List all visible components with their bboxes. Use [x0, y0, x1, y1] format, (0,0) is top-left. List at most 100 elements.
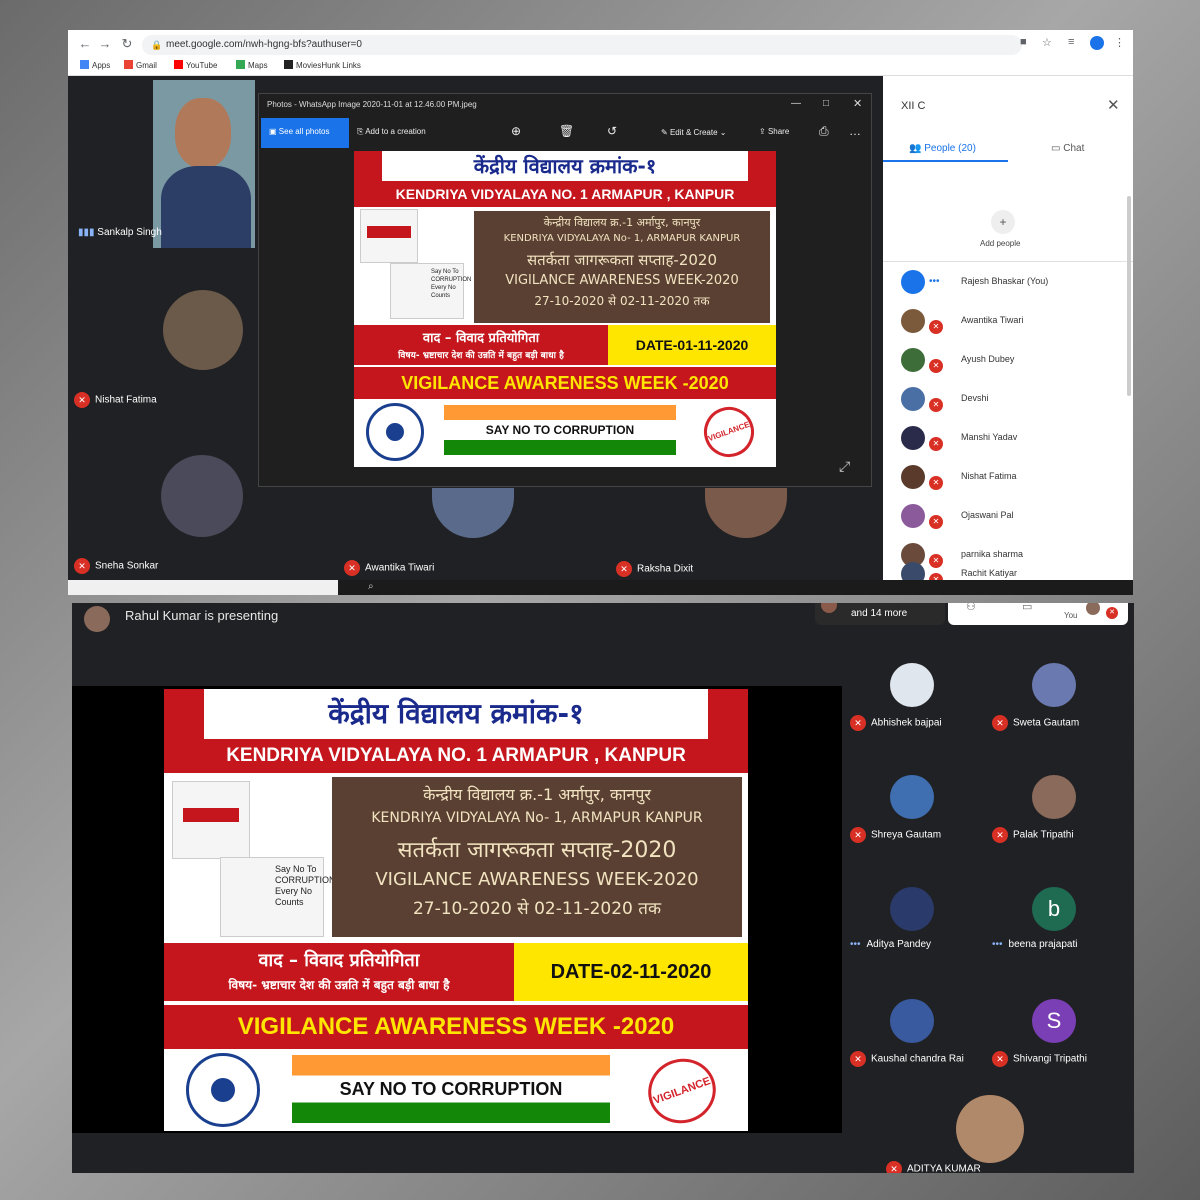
poster-week-banner: VIGILANCE AWARENESS WEEK -2020 — [164, 1005, 748, 1049]
participant-avatar — [890, 663, 934, 707]
participant-avatar — [901, 270, 925, 294]
mic-off-icon: ✕ — [850, 1051, 866, 1067]
add-people-icon[interactable]: + — [991, 210, 1015, 234]
participant-row[interactable]: ✕ Ayush Dubey — [901, 342, 1131, 381]
person-face — [175, 98, 231, 168]
taskbar-search[interactable] — [68, 580, 338, 595]
participant-tile[interactable]: ✕ Sweta Gautam — [984, 653, 1124, 763]
back-icon[interactable]: ← — [76, 35, 94, 53]
avatar-awantika — [432, 488, 514, 538]
people-tab[interactable]: 👥 People (20) — [909, 138, 976, 156]
add-to-creation-button[interactable]: ⎘ Add to a creation — [357, 127, 426, 137]
participant-tile[interactable]: ••• Aditya Pandey — [842, 877, 982, 987]
participant-avatar — [901, 309, 925, 333]
see-all-photos-button[interactable]: ▣ See all photos — [261, 118, 349, 148]
brown-week-hindi: सतर्कता जागरूकता सप्ताह-2020 — [397, 838, 677, 863]
chat-icon[interactable]: ▭ — [1022, 603, 1032, 613]
poster-say-no: SAY NO TO CORRUPTION — [444, 405, 676, 455]
poster-hindi-title: केंद्रीय विद्यालय क्रमांक-१ — [164, 689, 748, 739]
fullscreen-icon[interactable]: ⤢ — [839, 458, 850, 475]
mic-off-icon: ✕ — [992, 827, 1008, 843]
lock-icon: 🔒 — [151, 40, 163, 50]
brown-date-range: 27-10-2020 से 02-11-2020 तक — [534, 294, 710, 308]
chat-tab[interactable]: ▭ Chat — [1051, 138, 1084, 156]
presenter-avatar — [84, 606, 110, 632]
participant-row[interactable]: ✕ Devshi — [901, 381, 1131, 420]
participant-tile[interactable]: b ••• beena prajapati — [984, 877, 1124, 987]
zoom-icon[interactable]: ⊕ — [511, 124, 521, 138]
participant-tile[interactable]: ✕ Kaushal chandra Rai — [842, 989, 982, 1099]
menu-icon[interactable]: ⋮ — [1114, 36, 1125, 49]
tile-name-awantika: ✕ Awantika Tiwari — [344, 560, 434, 576]
rotate-icon[interactable]: ↺ — [607, 124, 617, 138]
mic-off-icon: ✕ — [929, 515, 943, 529]
participant-grid: ✕ Abhishek bajpai ✕ Sweta Gautam ✕ Shreya G… — [842, 633, 1134, 1173]
reload-icon[interactable]: ↻ — [118, 35, 136, 53]
meet-screenshot-bottom: Rahul Kumar is presenting and 14 more ⚇ … — [72, 603, 1134, 1173]
poster-hindi-title: केंद्रीय विद्यालय क्रमांक-१ — [354, 151, 776, 181]
speaking-dots-icon: ••• — [929, 276, 940, 287]
more-icon[interactable]: … — [849, 124, 861, 138]
edit-icon: ✎ — [661, 128, 670, 137]
poster-debate-block: वाद – विवाद प्रतियोगिता विषय- भ्रष्टाचार… — [354, 325, 608, 365]
speaking-dots-icon: ••• — [850, 939, 861, 950]
media-icon[interactable]: ≡ — [1068, 36, 1074, 48]
participant-tile[interactable]: ✕ Shreya Gautam — [842, 765, 982, 875]
bookmark-apps[interactable]: Apps — [80, 59, 110, 73]
poster-image-top: केंद्रीय विद्यालय क्रमांक-१ KENDRIYA VID… — [354, 151, 776, 467]
bookmark-movieshunk[interactable]: MoviesHunk Links — [284, 59, 361, 73]
participant-row[interactable]: ••• Rajesh Bhaskar (You) — [901, 264, 1131, 303]
people-icon[interactable]: ⚇ — [966, 603, 976, 613]
close-window-icon[interactable]: ✕ — [853, 97, 862, 110]
people-icon: 👥 — [909, 143, 925, 154]
address-bar[interactable]: 🔒 meet.google.com/nwh-hgng-bfs?authuser=… — [142, 35, 1022, 55]
panel-scrollbar[interactable] — [1127, 196, 1131, 396]
participant-name: ✕ Shreya Gautam — [850, 827, 941, 843]
photos-window[interactable]: Photos - WhatsApp Image 2020-11-01 at 12… — [258, 93, 872, 487]
tile-name-sankalp: ▮▮▮ Sankalp Singh — [78, 227, 162, 238]
participant-avatar — [890, 887, 934, 931]
poster-english-title: KENDRIYA VIDYALAYA NO. 1 ARMAPUR , KANPU… — [164, 739, 748, 773]
forward-icon[interactable]: → — [96, 35, 114, 53]
share-button[interactable]: ⇪ Share — [759, 127, 789, 136]
delete-icon[interactable]: 🗑 — [559, 124, 574, 138]
mic-off-icon: ✕ — [344, 560, 360, 576]
bookmark-gmail[interactable]: Gmail — [124, 59, 157, 73]
brown-date-range: 27-10-2020 से 02-11-2020 तक — [412, 899, 662, 919]
participant-row[interactable]: ✕ Nishat Fatima — [901, 459, 1131, 498]
speaking-dots-icon: ••• — [992, 939, 1003, 950]
participant-avatar: S — [1032, 999, 1076, 1043]
print-icon[interactable]: ⎙ — [819, 124, 829, 139]
brown-english-school: KENDRIYA VIDYALAYA No- 1, ARMAPUR KANPUR — [371, 810, 703, 826]
close-panel-icon[interactable]: ✕ — [1107, 96, 1120, 114]
edit-create-button[interactable]: ✎ Edit & Create ⌄ — [661, 128, 726, 137]
participant-row[interactable]: ✕ Ojaswani Pal — [901, 498, 1131, 537]
participant-name: ✕ Sweta Gautam — [992, 715, 1079, 731]
participant-row[interactable]: ✕ Awantika Tiwari — [901, 303, 1131, 342]
maximize-icon[interactable]: □ — [823, 98, 829, 109]
bookmark-maps[interactable]: Maps — [236, 59, 268, 73]
profile-avatar[interactable] — [1090, 36, 1104, 50]
more-participants-chip[interactable]: and 14 more — [815, 603, 945, 625]
people-panel: XII C ✕ 👥 People (20) ▭ Chat + Add peopl… — [883, 76, 1133, 595]
camera-icon[interactable]: ■ — [1020, 36, 1027, 48]
participant-row[interactable]: ✕ Manshi Yadav — [901, 420, 1131, 459]
participant-tile[interactable]: S ✕ Shivangi Tripathi — [984, 989, 1124, 1099]
video-tile-sankalp — [153, 80, 255, 248]
you-chip[interactable]: ⚇ ▭ You ✕ — [948, 603, 1128, 625]
participant-avatar — [901, 504, 925, 528]
minimize-icon[interactable]: — — [791, 98, 801, 109]
class-name: XII C — [901, 100, 926, 112]
brown-week-english: VIGILANCE AWARENESS WEEK-2020 — [505, 273, 739, 288]
poster-sticker-people — [360, 209, 418, 263]
you-label: You — [1064, 611, 1078, 620]
participant-tile[interactable]: ✕ Palak Tripathi — [984, 765, 1124, 875]
poster-date: DATE-02-11-2020 — [514, 943, 748, 1001]
search-icon[interactable]: ⌕ — [368, 581, 374, 592]
bookmark-youtube[interactable]: YouTube — [174, 59, 217, 73]
participant-tile[interactable]: ✕ Abhishek bajpai — [842, 653, 982, 763]
participant-name: ✕ Abhishek bajpai — [850, 715, 942, 731]
mic-off-icon: ✕ — [1106, 607, 1118, 619]
star-icon[interactable]: ☆ — [1042, 36, 1052, 49]
poster-brown-panel: केन्द्रीय विद्यालय क्र.-1 अर्मापुर, कानप… — [474, 211, 770, 323]
